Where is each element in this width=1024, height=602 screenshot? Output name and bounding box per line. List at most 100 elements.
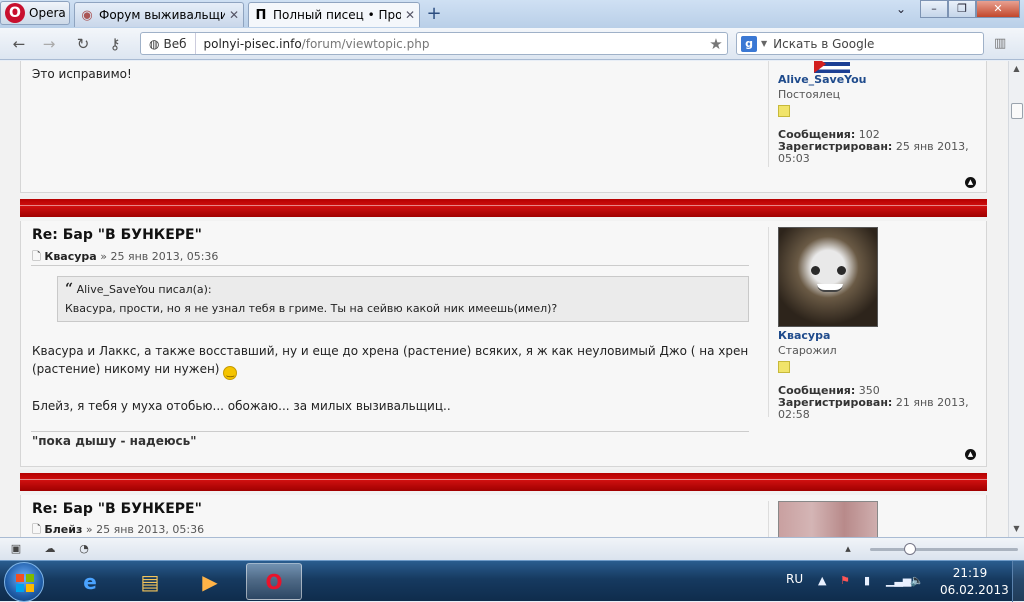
page-viewport: Это исправимо! Alive_SaveYou Постоялец С… xyxy=(0,61,1008,537)
new-tab-button[interactable]: + xyxy=(424,4,444,24)
paragraph-text: Квасура и Лаккс, а также восставший, ну … xyxy=(32,344,749,376)
tab-bar: O Opera ◉ Форум выживальщик... ✕ П Полны… xyxy=(0,0,1024,28)
post-text: Это исправимо! xyxy=(32,67,132,81)
key-icon[interactable]: ⚷ xyxy=(104,34,126,54)
bookmark-star-icon[interactable]: ★ xyxy=(705,35,727,53)
reload-icon[interactable]: ↻ xyxy=(72,34,94,54)
internet-explorer-icon[interactable]: e xyxy=(62,563,118,600)
show-desktop-button[interactable] xyxy=(1012,561,1024,602)
security-label: Веб xyxy=(163,36,187,51)
signature-divider xyxy=(31,431,749,432)
rank-icon xyxy=(778,361,790,373)
speed-dial-icon[interactable]: ◔ xyxy=(76,542,92,556)
flag-icon xyxy=(814,61,850,73)
opera-menu-button[interactable]: O Opera xyxy=(0,1,70,25)
status-bar: ▣ ☁ ◔ ▴ xyxy=(0,537,1024,560)
clock[interactable]: 21:19 06.02.2013 xyxy=(940,565,1009,599)
search-placeholder: Искать в Google xyxy=(773,36,875,51)
post-title[interactable]: Re: Бар "В БУНКЕРЕ" xyxy=(32,501,202,517)
minimize-button[interactable]: – xyxy=(920,0,948,18)
url-host: polnyi-pisec.info xyxy=(203,36,302,51)
post-header-bar xyxy=(20,469,987,491)
opera-logo-icon: O xyxy=(5,3,25,23)
close-tab-icon[interactable]: ✕ xyxy=(229,8,239,22)
search-box[interactable]: g ▼ Искать в Google xyxy=(736,32,984,55)
clock-time: 21:19 xyxy=(952,566,988,580)
avatar[interactable] xyxy=(778,227,878,327)
media-player-icon[interactable]: ▶ xyxy=(182,563,238,600)
profile-panel xyxy=(768,501,978,537)
post-author[interactable]: Блейз xyxy=(44,523,82,536)
post-meta: 🗋 Блейз » 25 янв 2013, 05:36 xyxy=(32,521,204,537)
close-window-button[interactable]: ✕ xyxy=(976,0,1020,18)
globe-icon: ◍ xyxy=(149,36,160,51)
forward-arrow-icon[interactable]: → xyxy=(38,34,60,54)
rank-icon xyxy=(778,105,790,117)
back-to-top-icon[interactable]: ▲ xyxy=(965,177,976,188)
system-tray: RU ▲ ⚑ ▮ ▁▃▅ 🔈 21:19 06.02.2013 xyxy=(780,561,1024,602)
google-icon[interactable]: g xyxy=(741,35,757,52)
window-controls: – ❐ ✕ xyxy=(920,0,1020,18)
device-icon[interactable]: ▮ xyxy=(864,574,870,587)
explorer-folder-icon[interactable]: ▤ xyxy=(122,563,178,600)
zoom-slider-handle[interactable] xyxy=(904,543,916,555)
address-bar[interactable]: ◍ Веб polnyi-pisec.info/forum/viewtopic.… xyxy=(140,32,728,55)
opera-taskbar-icon[interactable]: O xyxy=(246,563,302,600)
search-engine-chevron-icon[interactable]: ▼ xyxy=(761,39,767,48)
close-tab-icon[interactable]: ✕ xyxy=(405,8,415,22)
profile-rank: Постоялец xyxy=(778,88,841,101)
quote-block: “ Alive_SaveYou писал(а): Квасура, прост… xyxy=(57,276,749,322)
tab-polnyi-pisec[interactable]: П Полный писец • Прос... ✕ xyxy=(248,2,420,27)
tab-forum[interactable]: ◉ Форум выживальщик... ✕ xyxy=(74,2,244,27)
back-arrow-icon[interactable]: ← xyxy=(8,34,30,54)
avatar-mouth xyxy=(817,284,843,292)
quote-author: Alive_SaveYou писал(а): xyxy=(76,283,212,296)
favicon-icon: П xyxy=(255,7,267,23)
network-signal-icon[interactable]: ▁▃▅ xyxy=(886,574,911,587)
tab-list-chevron-icon[interactable]: ⌄ xyxy=(896,2,906,16)
windows-logo-icon xyxy=(16,574,34,592)
smiley-icon: ‿ xyxy=(223,366,238,380)
tray-expand-icon[interactable]: ▲ xyxy=(818,574,826,587)
scroll-thumb[interactable] xyxy=(1011,103,1023,119)
favicon-icon: ◉ xyxy=(81,7,93,23)
panel-toggle-icon[interactable]: ▥ xyxy=(994,36,1012,52)
profile-username[interactable]: Alive_SaveYou xyxy=(778,73,978,86)
view-icon[interactable]: ▴ xyxy=(840,542,856,556)
action-center-icon[interactable]: ⚑ xyxy=(840,574,850,587)
post-author[interactable]: Квасура xyxy=(44,250,96,263)
language-indicator[interactable]: RU xyxy=(786,572,803,586)
start-button[interactable] xyxy=(4,562,44,602)
url-path: /forum/viewtopic.php xyxy=(301,36,430,51)
post-paragraph-2: Блейз, я тебя у муха отобью... обожаю...… xyxy=(32,399,451,413)
post-icon[interactable]: 🗋 xyxy=(32,250,41,263)
post-title[interactable]: Re: Бар "В БУНКЕРЕ" xyxy=(32,227,202,243)
profile-panel: Квасура Старожил Сообщения: 350 Зарегист… xyxy=(768,227,978,421)
tab-title: Форум выживальщик... xyxy=(99,8,225,22)
zoom-slider[interactable] xyxy=(870,548,1018,551)
avatar-eye xyxy=(811,266,820,275)
url-text[interactable]: polnyi-pisec.info/forum/viewtopic.php xyxy=(196,37,706,51)
profile-username[interactable]: Квасура xyxy=(778,329,978,342)
navigation-toolbar: ← → ↻ ⚷ ◍ Веб polnyi-pisec.info/forum/vi… xyxy=(0,28,1024,60)
security-badge[interactable]: ◍ Веб xyxy=(141,33,196,54)
post-3: Re: Бар "В БУНКЕРЕ" 🗋 Блейз » 25 янв 201… xyxy=(20,495,987,537)
avatar[interactable] xyxy=(778,501,878,537)
post-icon[interactable]: 🗋 xyxy=(32,523,41,536)
scroll-up-icon[interactable]: ▲ xyxy=(1009,61,1024,77)
registered-date: 25 янв 2013, xyxy=(895,140,969,153)
registered-date: 21 янв 2013, xyxy=(895,396,969,409)
panel-toggle-icon[interactable]: ▣ xyxy=(8,542,24,556)
cloud-icon[interactable]: ☁ xyxy=(42,542,58,556)
post-paragraph-1: Квасура и Лаккс, а также восставший, ну … xyxy=(32,342,752,380)
tab-title: Полный писец • Прос... xyxy=(273,8,401,22)
profile-stats: Сообщения: 102 Зарегистрирован: 25 янв 2… xyxy=(778,129,978,165)
divider xyxy=(31,265,749,266)
registered-time: 02:58 xyxy=(778,408,810,421)
post-signature: "пока дышу - надеюсь" xyxy=(32,434,197,448)
volume-icon[interactable]: 🔈 xyxy=(910,574,924,587)
scroll-down-icon[interactable]: ▼ xyxy=(1009,521,1024,537)
back-to-top-icon[interactable]: ▲ xyxy=(965,449,976,460)
restore-button[interactable]: ❐ xyxy=(948,0,976,18)
vertical-scrollbar[interactable]: ▲ ▼ xyxy=(1008,61,1024,537)
